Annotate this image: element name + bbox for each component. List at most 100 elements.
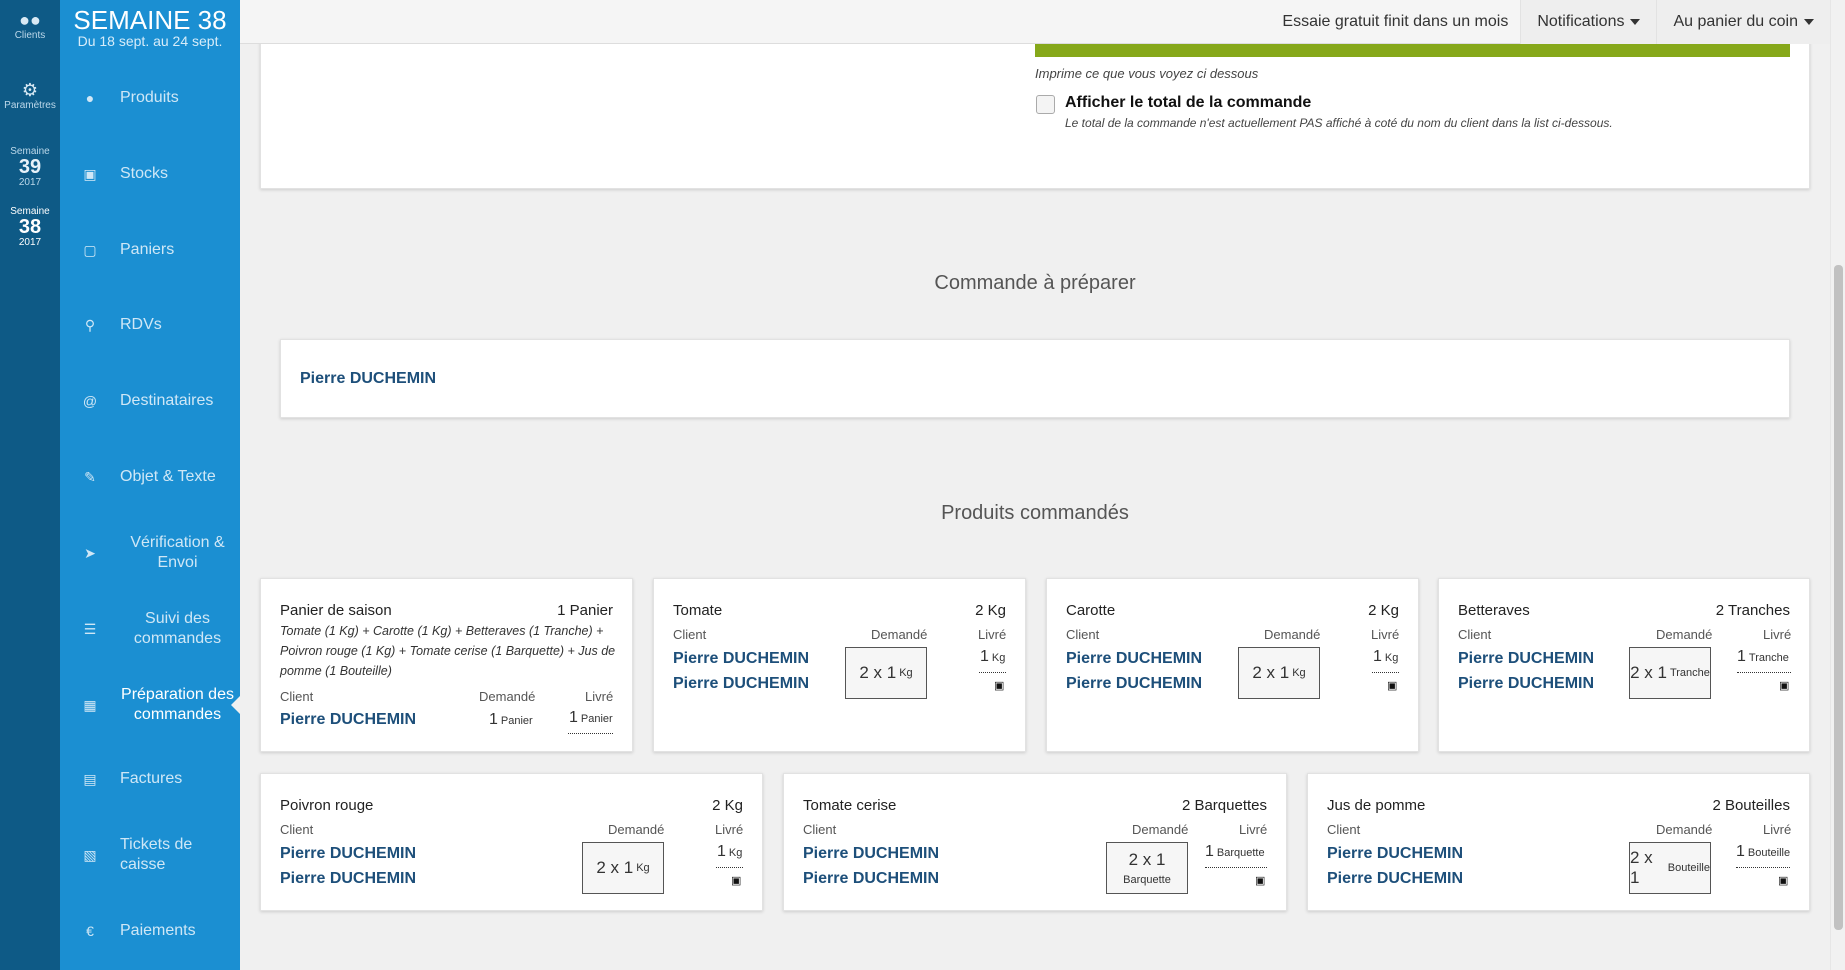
product-card: Jus de pomme 2 Bouteilles Client Demandé… (1307, 773, 1810, 911)
sidebar-item-verification[interactable]: ➤ Vérification & Envoi (60, 531, 240, 575)
sidebar-item-label: RDVs (120, 316, 162, 333)
send-icon: ➤ (84, 545, 96, 561)
client-name[interactable]: Pierre DUCHEMIN (673, 650, 809, 668)
product-name: Betteraves (1458, 602, 1530, 619)
product-card: Tomate cerise 2 Barquettes Client Demand… (783, 773, 1287, 911)
col-client: Client (280, 689, 314, 704)
col-asked: Demandé (1656, 627, 1713, 642)
apple-icon: ● (85, 90, 95, 106)
client-name[interactable]: Pierre DUCHEMIN (280, 845, 416, 863)
basket-icon[interactable]: ▣ (1387, 679, 1397, 692)
file-icon: ▤ (83, 771, 97, 787)
asked-box: 2 x 1 Kg (1238, 647, 1320, 699)
client-name[interactable]: Pierre DUCHEMIN (1066, 650, 1202, 668)
client-name[interactable]: Pierre DUCHEMIN (803, 845, 939, 863)
client-name[interactable]: Pierre DUCHEMIN (1458, 650, 1594, 668)
delivered-number: 1 (980, 648, 989, 665)
order-client-name[interactable]: Pierre DUCHEMIN (300, 370, 436, 388)
basket-icon[interactable]: ▣ (994, 679, 1004, 692)
sidebar-item-suivi[interactable]: ☰ Suivi des commandes (60, 607, 240, 651)
asked-unit: Kg (1292, 667, 1306, 679)
delivered-underline (979, 672, 1006, 673)
sidebar-item-label: Destinataires (120, 392, 214, 409)
col-delivered: Livré (715, 822, 744, 837)
basket-icon: ▢ (83, 242, 97, 258)
product-total: 1 Panier (557, 602, 613, 619)
print-button[interactable] (1035, 44, 1790, 57)
rail-settings[interactable]: ⚙ Paramètres (0, 70, 60, 140)
sidebar-item-label: Paiements (120, 922, 196, 939)
product-name: Panier de saison (280, 602, 392, 619)
sidebar-item-paiements[interactable]: € Paiements (60, 920, 240, 942)
delivered-value: 1 Kg (1373, 648, 1398, 666)
basket-icon[interactable]: ▣ (1255, 874, 1265, 887)
sidebar-item-label: Suivi des commandes (133, 610, 222, 647)
gear-icon: ⚙ (21, 80, 39, 100)
client-name[interactable]: Pierre DUCHEMIN (1327, 845, 1463, 863)
at-icon: @ (82, 393, 98, 409)
client-name[interactable]: Pierre DUCHEMIN (673, 675, 809, 693)
product-total: 2 Tranches (1715, 602, 1790, 619)
sidebar-item-destinataires[interactable]: @ Destinataires (60, 390, 240, 412)
rail-week-39[interactable]: Semaine 39 2017 (0, 140, 60, 200)
product-name: Tomate (673, 602, 723, 619)
sidebar-item-label: Vérification & Envoi (130, 534, 225, 571)
delivered-number: 1 (1205, 843, 1214, 860)
week-range: Du 18 sept. au 24 sept. (77, 33, 223, 49)
client-name[interactable]: Pierre DUCHEMIN (803, 870, 939, 888)
order-panel: Pierre DUCHEMIN (280, 339, 1790, 418)
delivered-unit: Kg (991, 652, 1006, 664)
client-name[interactable]: Pierre DUCHEMIN (280, 870, 416, 888)
sidebar-item-stocks[interactable]: ▣ Stocks (60, 163, 240, 185)
delivered-unit: Panier (580, 713, 613, 725)
basket-icon[interactable]: ▣ (1779, 679, 1789, 692)
show-total-checkbox[interactable] (1036, 95, 1055, 114)
app-rail: ●● Clients ⚙ Paramètres Semaine 39 2017 … (0, 0, 68, 970)
product-name: Tomate cerise (803, 797, 897, 814)
asked-number: 1 (489, 711, 498, 728)
rail-week-number: 38 (18, 216, 42, 238)
rail-clients[interactable]: ●● Clients (0, 0, 60, 70)
sidebar-item-paniers[interactable]: ▢ Paniers (60, 239, 240, 261)
client-name[interactable]: Pierre DUCHEMIN (1458, 675, 1594, 693)
delivered-unit: Tranche (1748, 652, 1789, 664)
delivered-value: 1 Kg (980, 648, 1005, 666)
product-total: 2 Kg (712, 797, 743, 814)
col-asked: Demandé (608, 822, 665, 837)
asked-value: 2 x 1 (1630, 663, 1667, 682)
col-client: Client (280, 822, 314, 837)
account-dropdown[interactable]: Au panier du coin (1656, 0, 1830, 44)
show-total-label: Afficher le total de la commande (1065, 94, 1312, 111)
col-delivered: Livré (1371, 627, 1400, 642)
page-scrollbar[interactable] (1830, 0, 1845, 970)
sidebar-item-label: Produits (120, 89, 179, 106)
users-icon: ●● (19, 10, 41, 30)
asked-value: 2 x 1 (596, 858, 634, 877)
client-name[interactable]: Pierre DUCHEMIN (1066, 675, 1202, 693)
client-name[interactable]: Pierre DUCHEMIN (280, 711, 416, 729)
notifications-dropdown[interactable]: Notifications (1520, 0, 1657, 44)
sidebar-item-rdvs[interactable]: ⚲ RDVs (60, 314, 240, 336)
sidebar-item-objet-texte[interactable]: ✎ Objet & Texte (60, 466, 240, 488)
col-asked: Demandé (1132, 822, 1189, 837)
rail-week-38[interactable]: Semaine 38 2017 (0, 200, 68, 260)
caret-down-icon (1804, 18, 1814, 25)
rail-settings-label: Paramètres (4, 100, 56, 111)
basket-icon[interactable]: ▣ (1778, 874, 1788, 887)
scrollbar-thumb[interactable] (1834, 265, 1843, 930)
col-client: Client (673, 627, 707, 642)
product-total: 2 Kg (975, 602, 1006, 619)
sidebar-item-factures[interactable]: ▤ Factures (60, 768, 240, 790)
delivered-number: 1 (1737, 648, 1746, 665)
product-name: Poivron rouge (280, 797, 374, 814)
sidebar-item-label: Préparation des commandes (121, 686, 234, 723)
sidebar-item-preparation[interactable]: ▦ Préparation des commandes (60, 683, 240, 727)
basket-composition: Tomate (1 Kg) + Carotte (1 Kg) + Bettera… (280, 624, 616, 678)
sidebar-item-produits[interactable]: ● Produits (60, 87, 240, 109)
client-name[interactable]: Pierre DUCHEMIN (1327, 870, 1463, 888)
basket-icon[interactable]: ▣ (731, 874, 741, 887)
col-delivered: Livré (978, 627, 1007, 642)
asked-unit: Bouteille (1667, 862, 1710, 874)
products-section-title: Produits commandés (941, 502, 1129, 524)
sidebar-item-tickets[interactable]: ▧ Tickets de caisse (60, 833, 240, 877)
